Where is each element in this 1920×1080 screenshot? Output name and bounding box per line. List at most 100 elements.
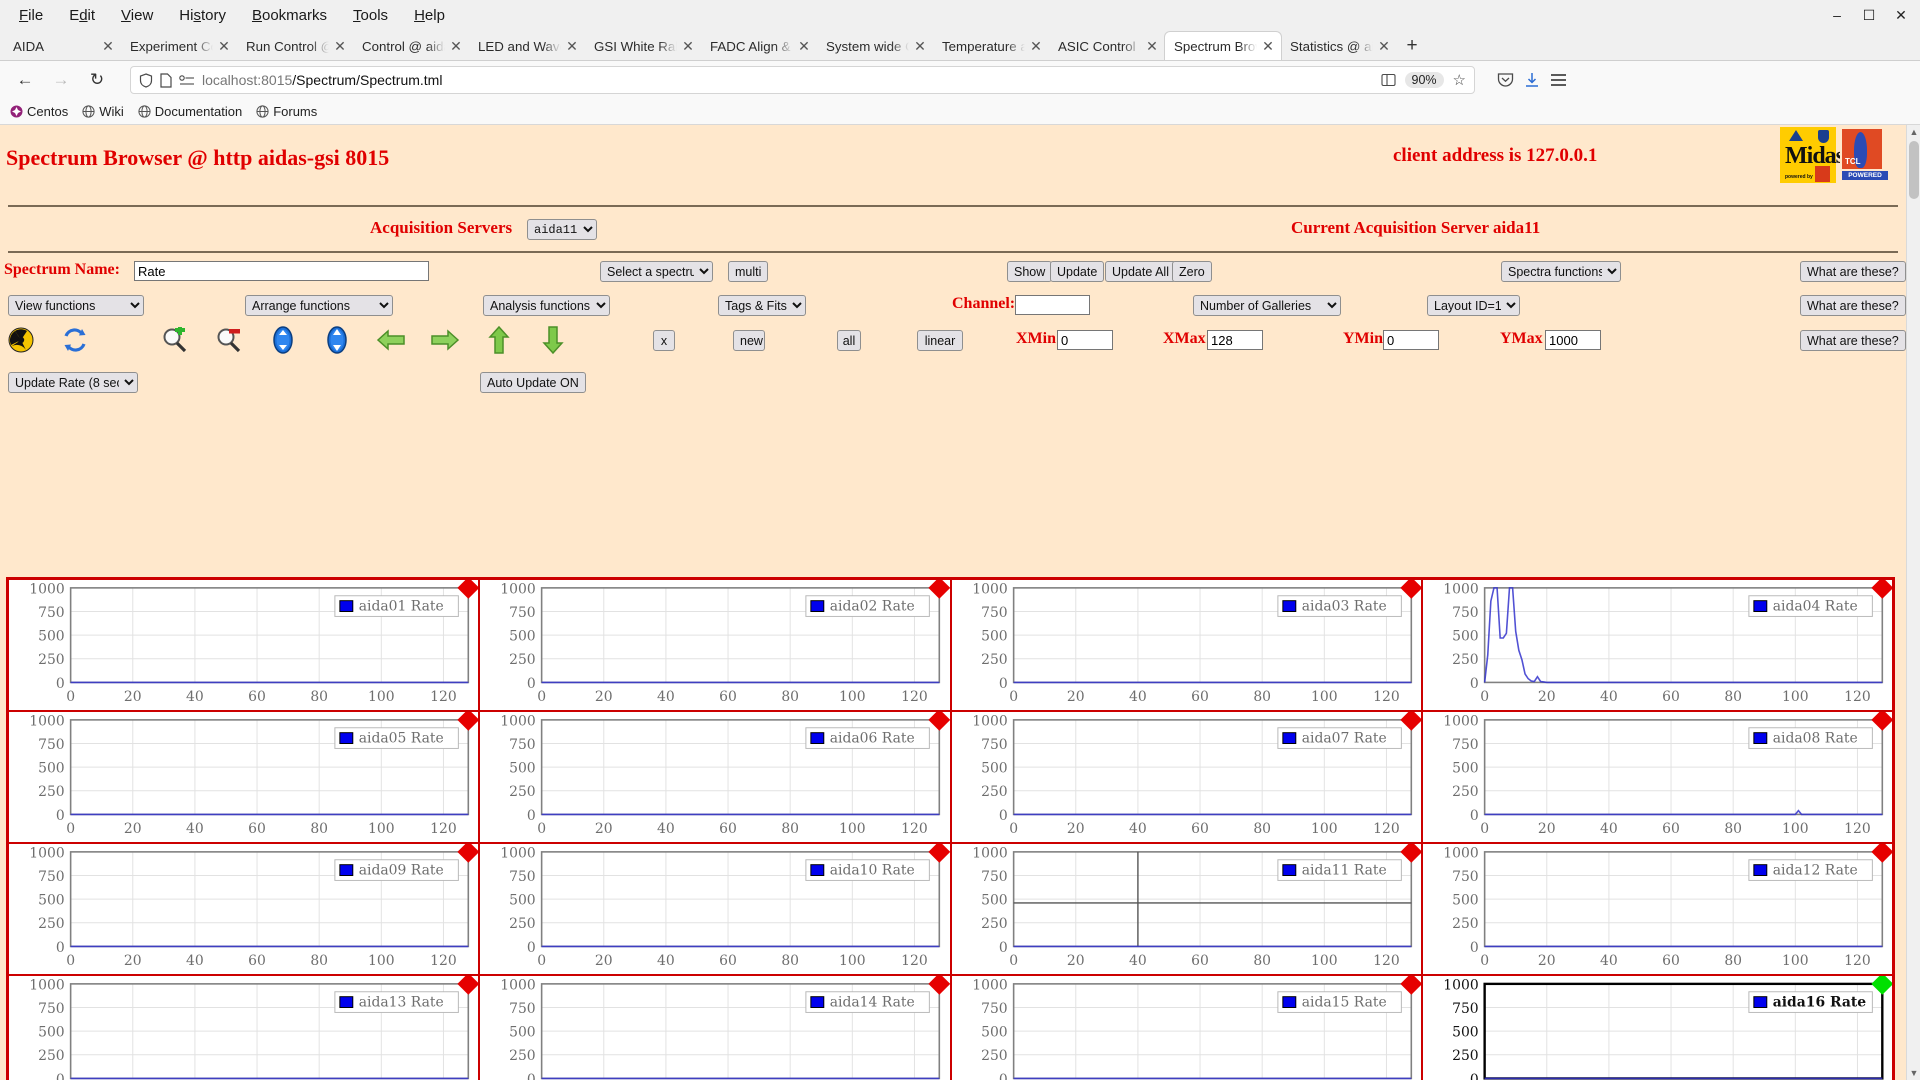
bookmark-wiki[interactable]: Wiki <box>82 104 124 119</box>
red-diamond-marker[interactable] <box>457 712 479 731</box>
show-button[interactable]: Show <box>1007 261 1053 282</box>
forward-icon[interactable]: → <box>46 65 76 95</box>
tab-close-icon[interactable]: ✕ <box>913 39 927 53</box>
plot-area[interactable]: 02505007501000020406080100120aida16 Rate <box>1423 976 1892 1080</box>
spectrum-panel-aida03[interactable]: 0 250 500 750 1000 0 20 40 60 80 100 120 aida03 Rate <box>950 579 1422 711</box>
red-diamond-marker[interactable] <box>1399 580 1421 599</box>
bookmark-star-icon[interactable]: ☆ <box>1453 71 1466 89</box>
red-diamond-marker[interactable] <box>457 976 479 995</box>
browser-tab-7[interactable]: FADC Align & Control ✕ <box>701 32 817 60</box>
plot-area[interactable]: 0 250 500 750 1000 0 20 40 60 80 100 120 aida05 Rate <box>9 712 479 842</box>
spectrum-chart-aida14[interactable]: 02505007501000020406080100120aida14 Rate <box>480 976 950 1080</box>
browser-tab-1[interactable]: AIDA ✕ <box>4 32 121 60</box>
browser-tab-5[interactable]: LED and Waveform ✕ <box>469 32 585 60</box>
all-button[interactable]: all <box>837 330 861 351</box>
spectrum-chart-aida11[interactable]: 0 250 500 750 1000 0 20 40 60 80 100 120 aida11 Rate <box>952 844 1421 974</box>
spectrum-panel-aida01[interactable]: 0 250 500 750 1000 0 20 40 60 80 100 120 aida01 Rate <box>8 579 480 711</box>
bookmark-forums[interactable]: Forums <box>256 104 317 119</box>
spectrum-chart-aida16[interactable]: 02505007501000020406080100120aida16 Rate <box>1423 976 1892 1080</box>
arrow-right-icon[interactable] <box>430 325 460 355</box>
spectrum-chart-aida04[interactable]: 0 250 500 750 1000 0 20 40 60 80 100 120 aida04 Rate <box>1423 580 1892 710</box>
tab-close-icon[interactable]: ✕ <box>565 39 579 53</box>
back-icon[interactable]: ← <box>10 65 40 95</box>
spectrum-chart-aida02[interactable]: 0 250 500 750 1000 0 20 40 60 80 100 120 aida02 Rate <box>480 580 950 710</box>
update-all-button[interactable]: Update All <box>1105 261 1176 282</box>
spectrum-chart-aida15[interactable]: 02505007501000020406080100120aida15 Rate <box>952 976 1421 1080</box>
arrow-up-icon[interactable] <box>484 325 514 355</box>
zoom-out-icon[interactable] <box>214 325 244 355</box>
new-button[interactable]: new <box>733 330 765 351</box>
spectrum-chart-aida08[interactable]: 0 250 500 750 1000 0 20 40 60 80 100 120 aida08 Rate <box>1423 712 1892 842</box>
spectrum-panel-aida06[interactable]: 0 250 500 750 1000 0 20 40 60 80 100 120 aida06 Rate <box>479 711 951 843</box>
plot-area[interactable]: 02505007501000020406080100120aida13 Rate <box>9 976 479 1080</box>
xmax-input[interactable] <box>1207 330 1263 350</box>
linear-button[interactable]: linear <box>917 330 963 351</box>
plot-area[interactable]: 0 250 500 750 1000 0 20 40 60 80 100 120 aida01 Rate <box>9 580 479 710</box>
page-scrollbar[interactable]: ▲ ▼ <box>1906 125 1920 1080</box>
zero-button[interactable]: Zero <box>1172 261 1212 282</box>
arrow-down-icon[interactable] <box>538 325 568 355</box>
pocket-icon[interactable] <box>1497 72 1514 88</box>
acquisition-server-select[interactable]: aida11 <box>527 219 597 240</box>
scroll-up-icon[interactable]: ▲ <box>1907 127 1920 137</box>
red-diamond-marker[interactable] <box>1871 844 1892 863</box>
ymin-input[interactable] <box>1383 330 1439 350</box>
plot-area[interactable]: 0 250 500 750 1000 0 20 40 60 80 100 120 aida07 Rate <box>952 712 1421 842</box>
bookmark-centos[interactable]: Centos <box>10 104 68 119</box>
green-diamond-marker[interactable] <box>1871 976 1892 995</box>
spectrum-chart-aida06[interactable]: 0 250 500 750 1000 0 20 40 60 80 100 120 aida06 Rate <box>480 712 950 842</box>
plot-area[interactable]: 0 250 500 750 1000 0 20 40 60 80 100 120 aida12 Rate <box>1423 844 1892 974</box>
url-bar[interactable]: localhost:8015/Spectrum/Spectrum.tml 90%… <box>130 66 1475 94</box>
zoom-level-badge[interactable]: 90% <box>1404 72 1444 88</box>
menu-tools[interactable]: Tools <box>340 4 401 27</box>
red-diamond-marker[interactable] <box>1399 976 1421 995</box>
number-of-galleries-dropdown[interactable]: Number of Galleries <box>1193 295 1341 316</box>
scroll-down-icon[interactable]: ▼ <box>1907 1068 1920 1078</box>
red-diamond-marker[interactable] <box>928 844 950 863</box>
radiation-icon[interactable] <box>6 325 36 355</box>
menu-view[interactable]: View <box>108 4 166 27</box>
red-diamond-marker[interactable] <box>1399 712 1421 731</box>
hamburger-menu-icon[interactable] <box>1550 73 1567 87</box>
spectra-functions-dropdown[interactable]: Spectra functions <box>1501 261 1621 282</box>
spectrum-panel-aida02[interactable]: 0 250 500 750 1000 0 20 40 60 80 100 120 aida02 Rate <box>479 579 951 711</box>
red-diamond-marker[interactable] <box>928 712 950 731</box>
tab-close-icon[interactable]: ✕ <box>449 39 463 53</box>
spectrum-panel-aida14[interactable]: 02505007501000020406080100120aida14 Rate <box>479 975 951 1080</box>
expand-vertical-icon[interactable] <box>322 325 352 355</box>
plot-area[interactable]: 0 250 500 750 1000 0 20 40 60 80 100 120 aida09 Rate <box>9 844 479 974</box>
tab-close-icon[interactable]: ✕ <box>1377 39 1391 53</box>
spectrum-chart-aida05[interactable]: 0 250 500 750 1000 0 20 40 60 80 100 120 aida05 Rate <box>9 712 479 842</box>
browser-tab-9[interactable]: Temperature and s ✕ <box>933 32 1049 60</box>
spectrum-panel-aida07[interactable]: 0 250 500 750 1000 0 20 40 60 80 100 120 aida07 Rate <box>950 711 1422 843</box>
tab-close-icon[interactable]: ✕ <box>1145 39 1159 53</box>
red-diamond-marker[interactable] <box>928 976 950 995</box>
browser-tab-4[interactable]: Control @ aidas-gsi ✕ <box>353 32 469 60</box>
tab-close-icon[interactable]: ✕ <box>217 39 231 53</box>
plot-area[interactable]: 0 250 500 750 1000 0 20 40 60 80 100 120 aida02 Rate <box>480 580 950 710</box>
spectrum-chart-aida12[interactable]: 0 250 500 750 1000 0 20 40 60 80 100 120 aida12 Rate <box>1423 844 1892 974</box>
compress-vertical-icon[interactable] <box>268 325 298 355</box>
menu-file[interactable]: File <box>6 4 56 27</box>
select-spectrum-dropdown[interactable]: Select a spectrum <box>600 261 713 282</box>
spectrum-panel-aida13[interactable]: 02505007501000020406080100120aida13 Rate <box>8 975 480 1080</box>
spectrum-panel-aida05[interactable]: 0 250 500 750 1000 0 20 40 60 80 100 120 aida05 Rate <box>8 711 480 843</box>
red-diamond-marker[interactable] <box>1871 712 1892 731</box>
red-diamond-marker[interactable] <box>1399 844 1421 863</box>
spectrum-chart-aida03[interactable]: 0 250 500 750 1000 0 20 40 60 80 100 120 aida03 Rate <box>952 580 1421 710</box>
layout-id-dropdown[interactable]: Layout ID=1 <box>1427 295 1520 316</box>
arrow-left-icon[interactable] <box>376 325 406 355</box>
plot-area[interactable]: 0 250 500 750 1000 0 20 40 60 80 100 120 aida08 Rate <box>1423 712 1892 842</box>
reload-icon[interactable]: ↻ <box>82 65 112 95</box>
menu-history[interactable]: History <box>166 4 239 27</box>
update-button[interactable]: Update <box>1050 261 1105 282</box>
spectrum-panel-aida04[interactable]: 0 250 500 750 1000 0 20 40 60 80 100 120 aida04 Rate <box>1421 579 1893 711</box>
arrange-functions-dropdown[interactable]: Arrange functions <box>245 295 393 316</box>
menu-bookmarks[interactable]: Bookmarks <box>239 4 340 27</box>
x-button[interactable]: x <box>653 330 675 351</box>
what-are-these-button-3[interactable]: What are these? <box>1800 330 1906 351</box>
browser-tab-12[interactable]: Statistics @ aidas-g ✕ <box>1281 32 1397 60</box>
spectrum-chart-aida10[interactable]: 0 250 500 750 1000 0 20 40 60 80 100 120 aida10 Rate <box>480 844 950 974</box>
plot-area[interactable]: 0 250 500 750 1000 0 20 40 60 80 100 120 aida11 Rate <box>952 844 1421 974</box>
auto-update-button[interactable]: Auto Update ON <box>480 372 586 393</box>
